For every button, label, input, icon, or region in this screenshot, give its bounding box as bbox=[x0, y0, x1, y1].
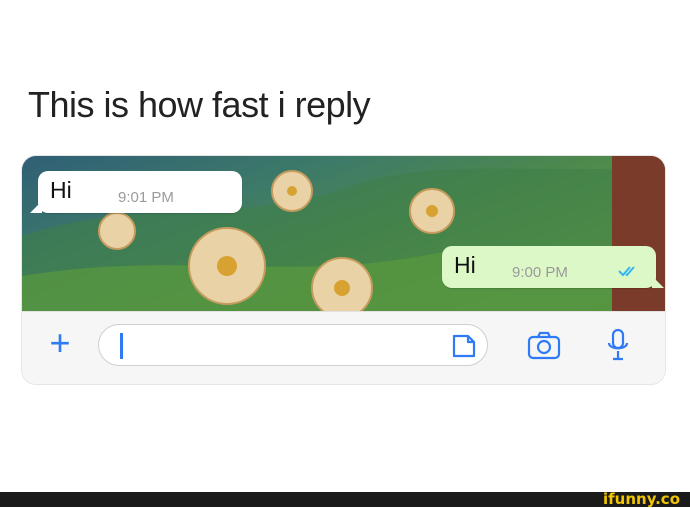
incoming-message-bubble[interactable]: Hi 9:01 PM bbox=[30, 171, 242, 213]
incoming-message-text: Hi bbox=[50, 177, 72, 203]
outgoing-message-text: Hi bbox=[454, 252, 476, 278]
plus-icon[interactable]: + bbox=[44, 325, 76, 361]
outgoing-message-bubble[interactable]: Hi 9:00 PM bbox=[442, 246, 664, 288]
incoming-message-time: 9:01 PM bbox=[118, 189, 174, 206]
camera-icon[interactable] bbox=[527, 330, 561, 360]
meme-caption: This is how fast i reply bbox=[28, 84, 371, 125]
microphone-icon[interactable] bbox=[606, 328, 630, 362]
message-input[interactable] bbox=[98, 324, 488, 366]
text-cursor bbox=[120, 333, 123, 359]
watermark-bar: ifunny.co bbox=[0, 490, 690, 508]
sticker-icon[interactable] bbox=[450, 332, 478, 360]
double-check-read-icon bbox=[618, 266, 635, 277]
outgoing-message-time: 9:00 PM bbox=[512, 264, 568, 281]
message-input-bar: + bbox=[22, 311, 665, 384]
ifunny-watermark: ifunny.co bbox=[603, 490, 680, 508]
chat-window: Hi 9:01 PM Hi 9:00 PM + bbox=[22, 156, 665, 384]
